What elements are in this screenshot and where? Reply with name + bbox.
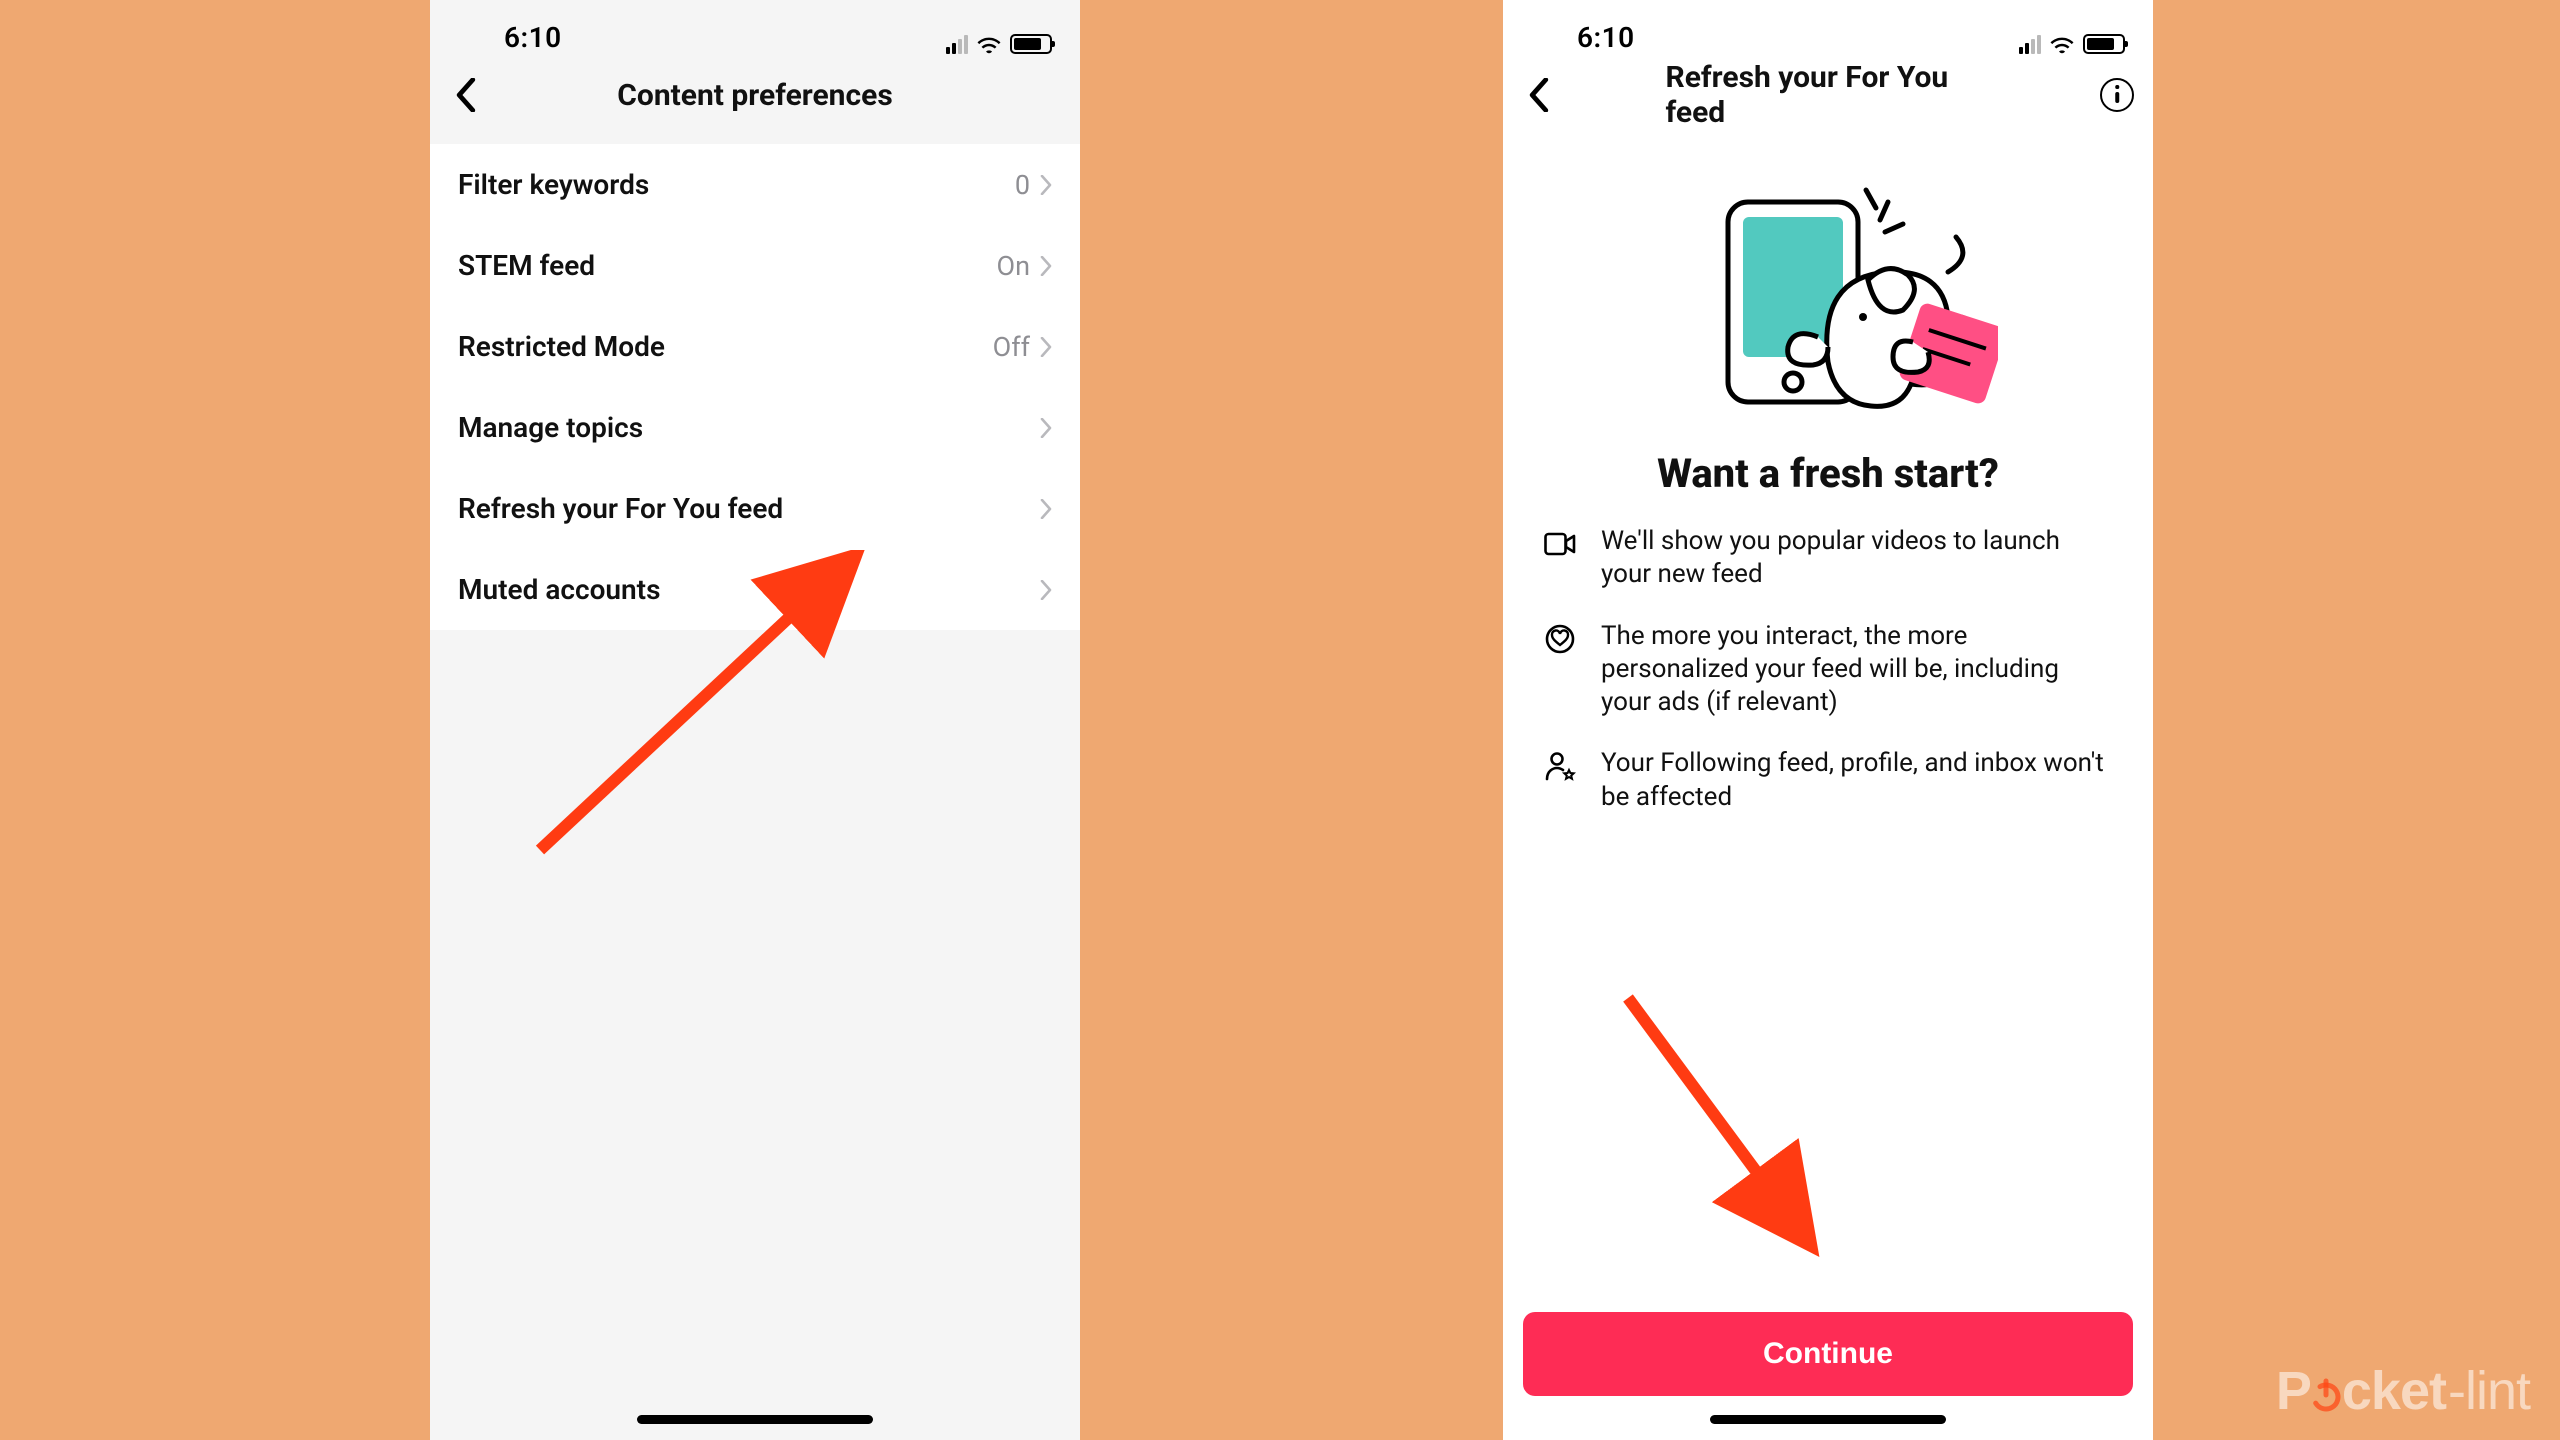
- row-muted-accounts[interactable]: Muted accounts: [430, 549, 1080, 630]
- row-manage-topics[interactable]: Manage topics: [430, 387, 1080, 468]
- status-time: 6:10: [504, 21, 562, 54]
- video-icon: [1543, 527, 1577, 561]
- nav-bar: Refresh your For You feed: [1503, 58, 2153, 132]
- status-icons: [2019, 34, 2125, 54]
- status-icons: [946, 34, 1052, 54]
- home-indicator: [637, 1415, 873, 1424]
- home-indicator: [1710, 1415, 1946, 1424]
- heart-target-icon: [1543, 622, 1577, 656]
- watermark-pocket-lint: P cket-lint: [2276, 1360, 2530, 1422]
- status-bar: 6:10: [1503, 0, 2153, 58]
- heading: Want a fresh start?: [1503, 450, 2153, 497]
- bullet-not-affected: Your Following feed, profile, and inbox …: [1543, 747, 2113, 814]
- row-value: Off: [993, 331, 1030, 363]
- chevron-right-icon: [1040, 499, 1052, 519]
- page-title: Refresh your For You feed: [1666, 60, 1991, 130]
- screenshot-refresh-feed: 6:10 Refresh your For You feed: [1503, 0, 2153, 1440]
- row-value: 0: [1015, 169, 1030, 201]
- cellular-signal-icon: [946, 34, 968, 54]
- row-label: Restricted Mode: [458, 330, 665, 363]
- screenshot-content-preferences: 6:10 Content preferences Filter keywords: [430, 0, 1080, 1440]
- chevron-right-icon: [1040, 580, 1052, 600]
- row-filter-keywords[interactable]: Filter keywords 0: [430, 144, 1080, 225]
- chevron-left-icon: [1528, 78, 1550, 112]
- chevron-left-icon: [455, 78, 477, 112]
- row-label: Manage topics: [458, 411, 643, 444]
- info-button[interactable]: [2097, 75, 2137, 115]
- row-value: On: [997, 250, 1031, 282]
- battery-icon: [1010, 34, 1052, 54]
- row-refresh-for-you[interactable]: Refresh your For You feed: [430, 468, 1080, 549]
- continue-button[interactable]: Continue: [1523, 1312, 2133, 1396]
- wifi-icon: [976, 34, 1002, 54]
- chevron-right-icon: [1040, 418, 1052, 438]
- bullet-list: We'll show you popular videos to launch …: [1503, 497, 2153, 814]
- wifi-icon: [2049, 34, 2075, 54]
- battery-icon: [2083, 34, 2125, 54]
- status-bar: 6:10: [430, 0, 1080, 58]
- bullet-text: Your Following feed, profile, and inbox …: [1601, 747, 2113, 814]
- annotation-arrow: [1618, 988, 1878, 1268]
- row-restricted-mode[interactable]: Restricted Mode Off: [430, 306, 1080, 387]
- page-title: Content preferences: [617, 78, 893, 113]
- bullet-text: We'll show you popular videos to launch …: [1601, 525, 2113, 592]
- info-icon: [2100, 78, 2134, 112]
- nav-bar: Content preferences: [430, 58, 1080, 132]
- chevron-right-icon: [1040, 175, 1052, 195]
- back-button[interactable]: [446, 75, 486, 115]
- bullet-popular-videos: We'll show you popular videos to launch …: [1543, 525, 2113, 592]
- person-star-icon: [1543, 749, 1577, 783]
- cellular-signal-icon: [2019, 34, 2041, 54]
- row-label: Filter keywords: [458, 168, 649, 201]
- row-label: Refresh your For You feed: [458, 492, 783, 525]
- back-button[interactable]: [1519, 75, 1559, 115]
- settings-list: Filter keywords 0 STEM feed On Restricte…: [430, 144, 1080, 630]
- illustration: [1503, 152, 2153, 432]
- row-stem-feed[interactable]: STEM feed On: [430, 225, 1080, 306]
- status-time: 6:10: [1577, 21, 1635, 54]
- bullet-personalized: The more you interact, the more personal…: [1543, 620, 2113, 720]
- chevron-right-icon: [1040, 337, 1052, 357]
- bullet-text: The more you interact, the more personal…: [1601, 620, 2113, 720]
- row-label: Muted accounts: [458, 573, 660, 606]
- chevron-right-icon: [1040, 256, 1052, 276]
- power-icon: [2308, 1377, 2344, 1413]
- row-label: STEM feed: [458, 249, 595, 282]
